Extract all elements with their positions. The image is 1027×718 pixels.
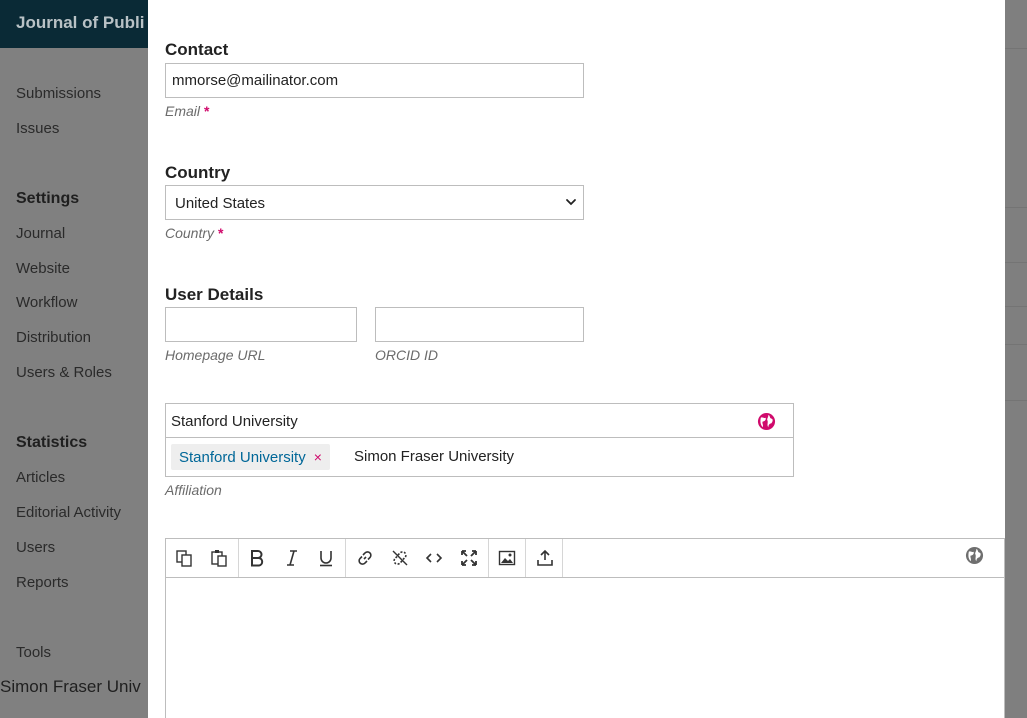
divider xyxy=(1005,48,1027,49)
italic-icon[interactable] xyxy=(282,548,302,568)
contact-heading: Contact xyxy=(165,40,229,59)
sidebar-footer-text: Simon Fraser Univ xyxy=(0,677,141,696)
toolbar-separator xyxy=(238,539,239,577)
homepage-url-input[interactable] xyxy=(165,307,357,342)
affiliation-tags-field[interactable]: Stanford University × Simon Fraser Unive… xyxy=(165,437,794,477)
sidebar: Submissions Issues Settings Journal Webs… xyxy=(0,48,148,718)
background-content-edge xyxy=(1005,0,1027,718)
divider xyxy=(1005,207,1027,208)
divider xyxy=(1005,344,1027,345)
toolbar-separator xyxy=(525,539,526,577)
email-label-text: Email xyxy=(165,103,201,119)
sidebar-item-users[interactable]: Users xyxy=(16,539,55,556)
sidebar-heading-statistics[interactable]: Statistics xyxy=(16,434,87,452)
upload-icon[interactable] xyxy=(535,548,555,568)
affiliation-tag-label: Stanford University xyxy=(179,448,306,466)
affiliation-typed-text[interactable]: Simon Fraser University xyxy=(354,448,514,465)
homepage-url-label: Homepage URL xyxy=(165,347,266,363)
bold-icon[interactable] xyxy=(247,548,267,568)
divider xyxy=(1005,262,1027,263)
orcid-id-input[interactable] xyxy=(375,307,584,342)
sidebar-item-distribution[interactable]: Distribution xyxy=(16,329,91,346)
country-heading: Country xyxy=(165,163,231,182)
sidebar-item-workflow[interactable]: Workflow xyxy=(16,294,77,311)
journal-title[interactable]: Journal of Publi xyxy=(16,13,144,33)
divider xyxy=(1005,400,1027,401)
sidebar-item-issues[interactable]: Issues xyxy=(16,120,59,137)
user-details-heading: User Details xyxy=(165,285,264,304)
sidebar-item-tools[interactable]: Tools xyxy=(16,644,51,661)
edit-user-modal: Contact Email* Country United States Cou… xyxy=(148,0,1005,718)
affiliation-label: Affiliation xyxy=(165,482,222,498)
fullscreen-icon[interactable] xyxy=(459,548,479,568)
chevron-down-icon xyxy=(566,199,576,206)
sidebar-item-journal[interactable]: Journal xyxy=(16,225,65,242)
toolbar-separator xyxy=(345,539,346,577)
remove-tag-icon[interactable]: × xyxy=(314,449,322,465)
sidebar-item-editorial-activity[interactable]: Editorial Activity xyxy=(16,504,121,521)
sidebar-item-submissions[interactable]: Submissions xyxy=(16,85,101,102)
country-select[interactable]: United States xyxy=(165,185,584,220)
copy-icon[interactable] xyxy=(174,548,194,568)
toolbar-separator xyxy=(488,539,489,577)
image-icon[interactable] xyxy=(497,548,517,568)
editor-content-area[interactable] xyxy=(166,578,1004,718)
globe-icon[interactable] xyxy=(965,546,984,565)
orcid-id-label: ORCID ID xyxy=(375,347,438,363)
affiliation-tag: Stanford University × xyxy=(171,444,330,470)
paste-icon[interactable] xyxy=(209,548,229,568)
required-mark: * xyxy=(204,103,210,119)
required-mark: * xyxy=(218,225,224,241)
editor-toolbar xyxy=(166,539,1004,578)
sidebar-item-website[interactable]: Website xyxy=(16,260,70,277)
code-icon[interactable] xyxy=(424,548,444,568)
divider xyxy=(1005,306,1027,307)
sidebar-item-reports[interactable]: Reports xyxy=(16,574,69,591)
globe-icon[interactable] xyxy=(757,412,776,431)
link-icon[interactable] xyxy=(355,548,375,568)
affiliation-input-value: Stanford University xyxy=(171,413,298,430)
country-label-text: Country xyxy=(165,225,215,241)
country-selected-value: United States xyxy=(175,195,266,212)
sidebar-heading-settings[interactable]: Settings xyxy=(16,190,79,208)
toolbar-separator xyxy=(562,539,563,577)
email-input[interactable] xyxy=(165,63,584,98)
affiliation-input[interactable]: Stanford University xyxy=(165,403,794,438)
country-label: Country * xyxy=(165,225,223,241)
sidebar-item-articles[interactable]: Articles xyxy=(16,469,65,486)
sidebar-item-users-roles[interactable]: Users & Roles xyxy=(16,364,112,381)
email-label: Email * xyxy=(165,103,209,119)
rich-text-editor xyxy=(165,538,1005,718)
unlink-icon[interactable] xyxy=(390,548,410,568)
underline-icon[interactable] xyxy=(316,548,336,568)
